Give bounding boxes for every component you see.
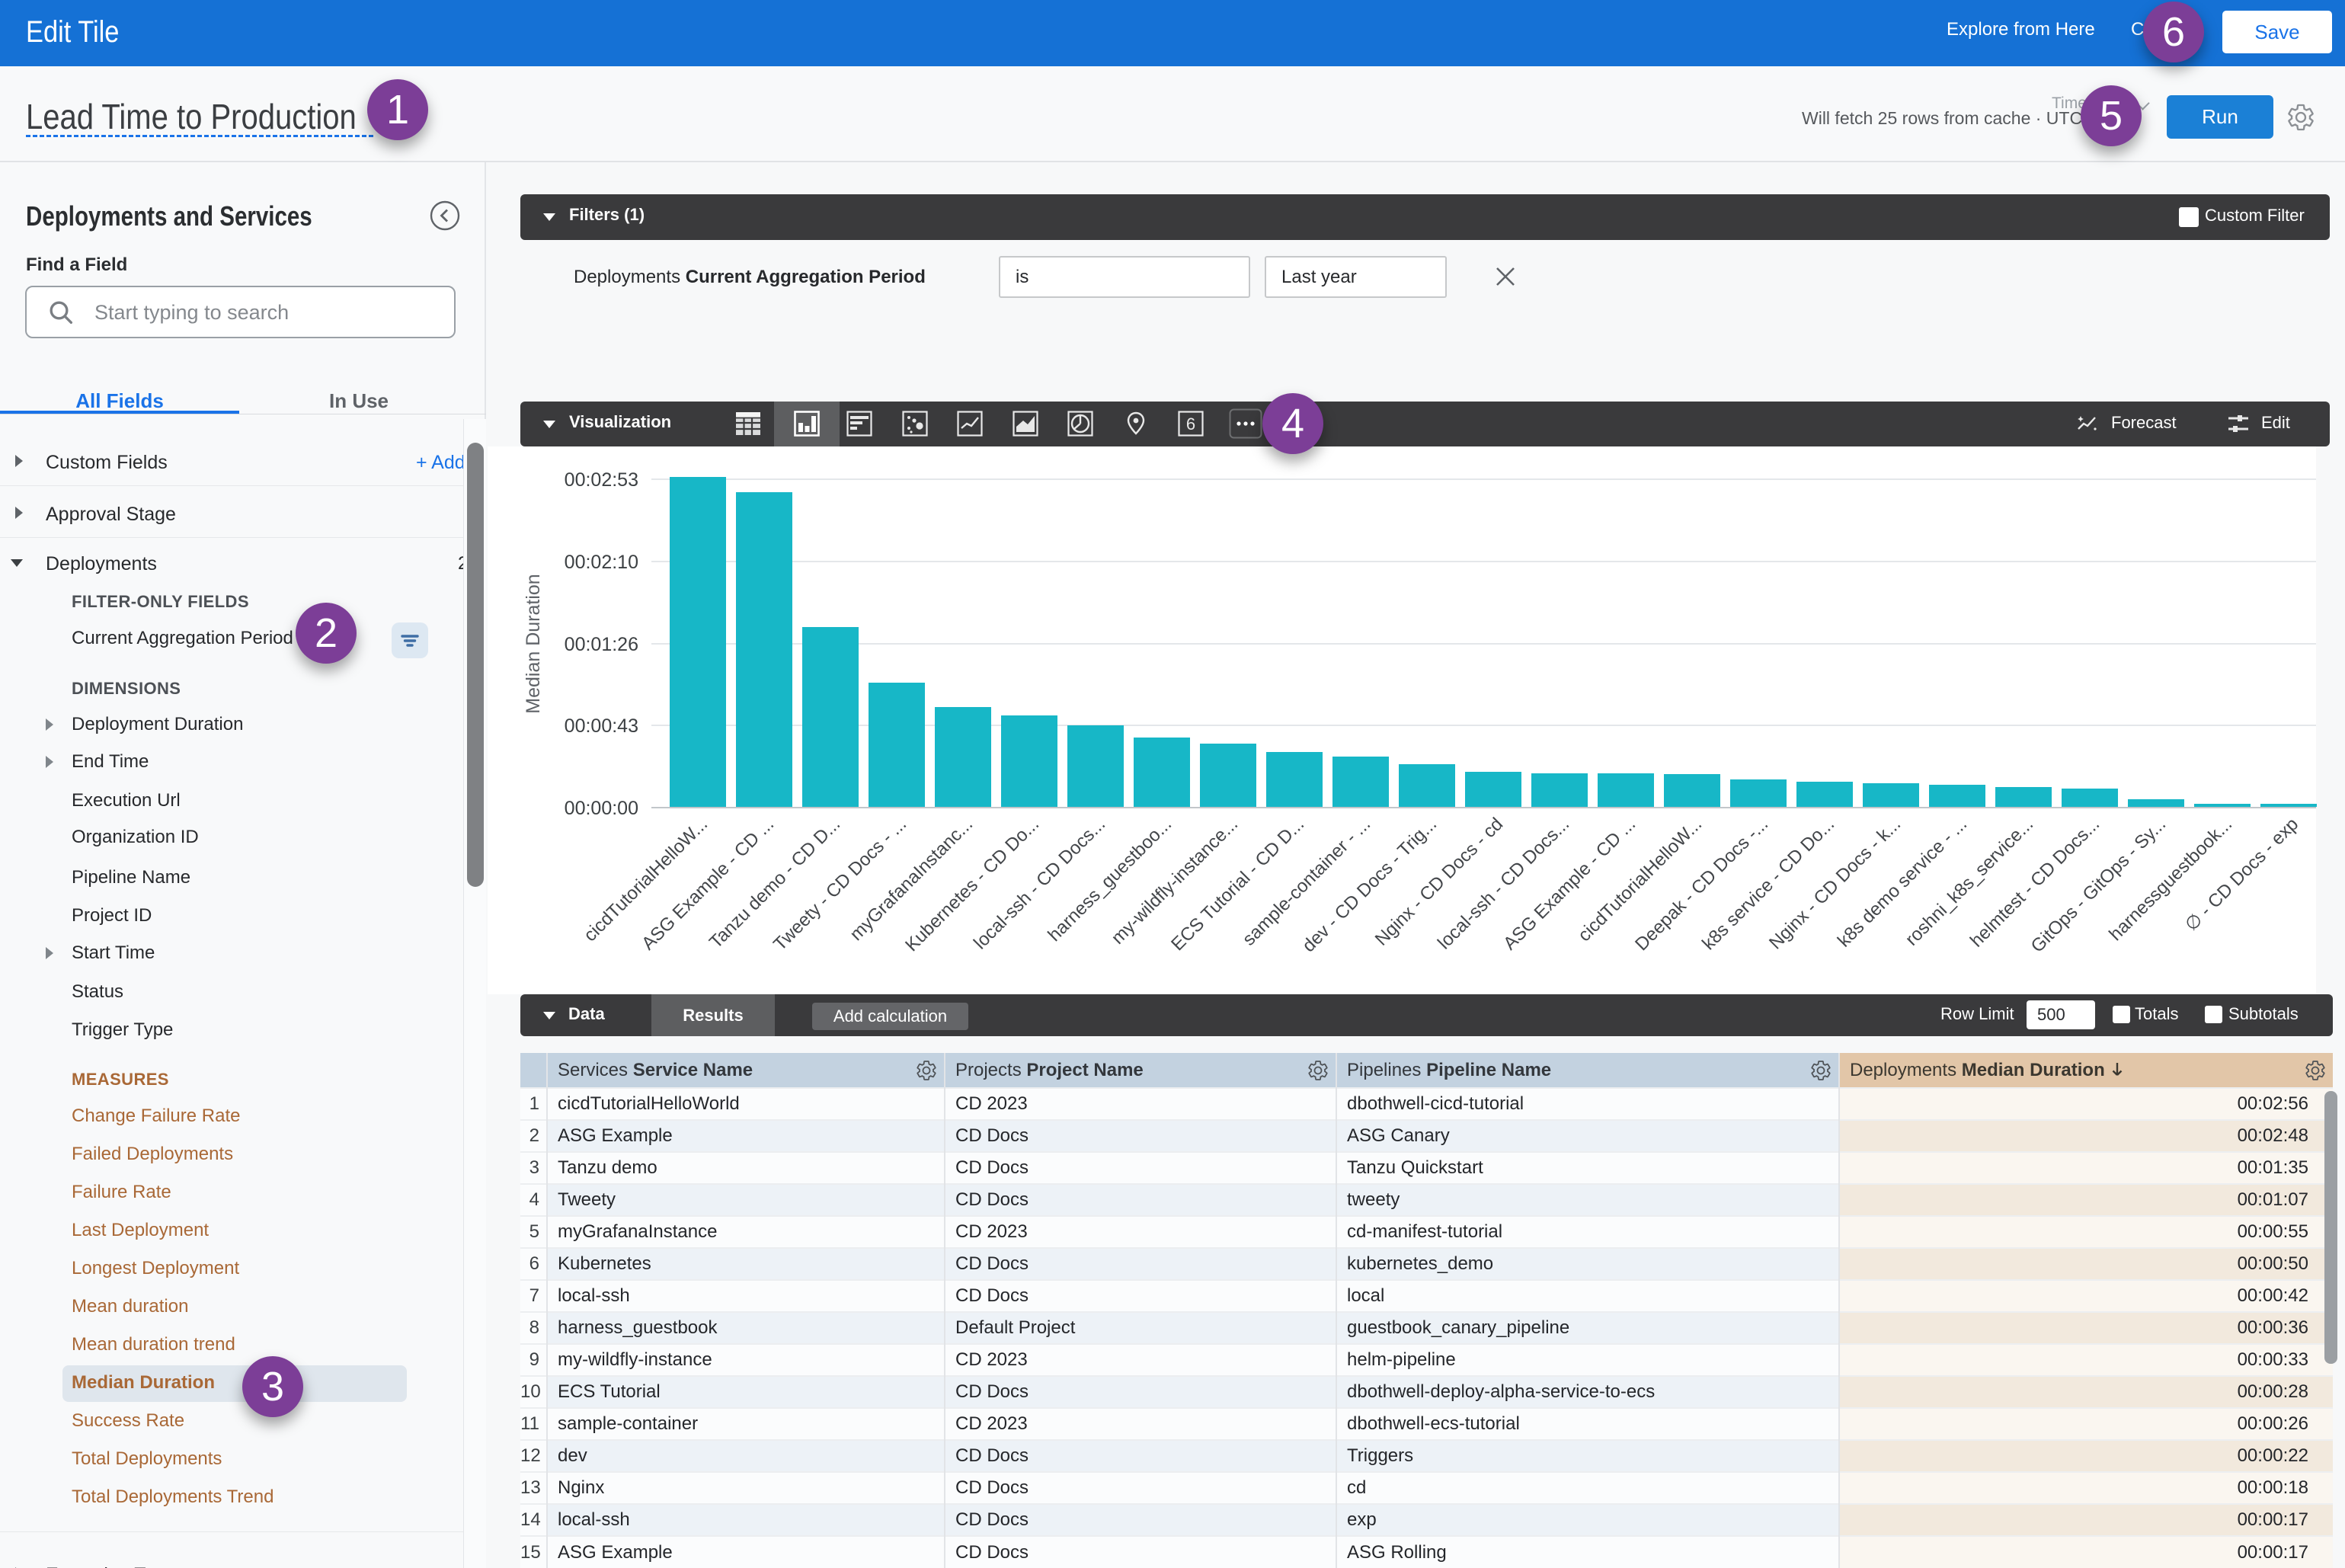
svg-text:00:01:26: 00:01:26	[565, 634, 638, 655]
svg-text:6: 6	[1186, 414, 1195, 434]
svg-text:00:00:00: 00:00:00	[565, 798, 638, 819]
svg-text:Median Duration: Median Duration	[523, 574, 544, 713]
svg-text:00:00:43: 00:00:43	[565, 715, 638, 737]
svg-text:00:02:53: 00:02:53	[565, 469, 638, 491]
svg-text:00:02:10: 00:02:10	[565, 552, 638, 573]
